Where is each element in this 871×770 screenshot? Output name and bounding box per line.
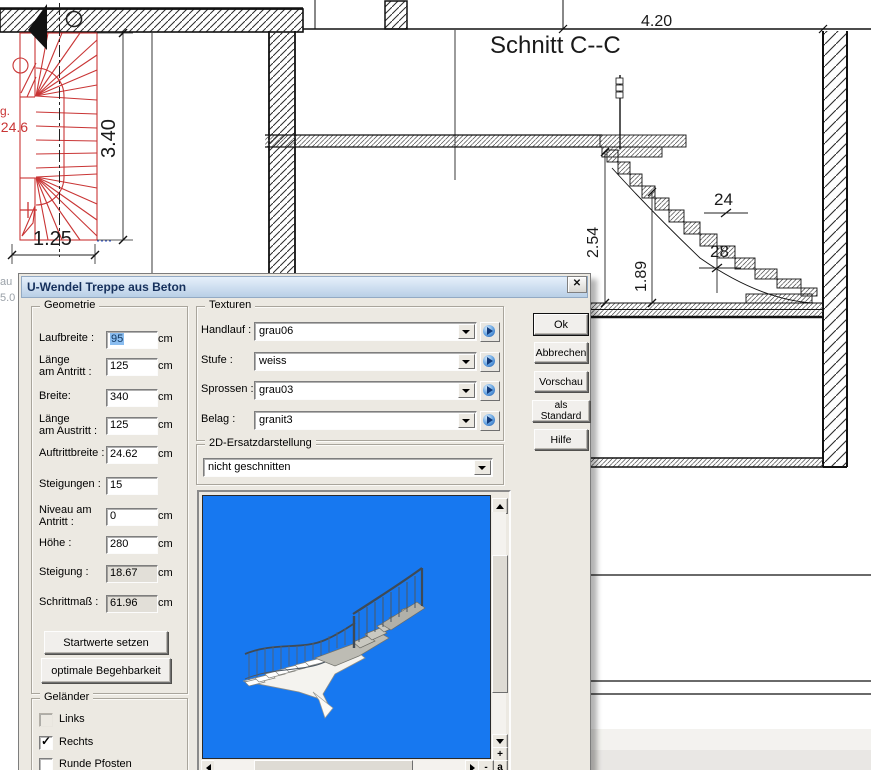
dropdown-arrow-icon[interactable] (474, 460, 491, 475)
group-geometrie-caption: Geometrie (40, 299, 99, 311)
zoom-auto-button[interactable]: a (492, 760, 508, 770)
preview-3d-view[interactable] (202, 495, 491, 759)
unit-label: cm (158, 448, 173, 460)
unit-label: cm (158, 391, 173, 403)
laenge-austritt-field[interactable]: 125 (106, 417, 158, 435)
stufe-combo[interactable]: weiss (254, 352, 477, 371)
dropdown-arrow-icon[interactable] (458, 324, 475, 339)
auftrittbreite-label: Auftrittbreite : (39, 447, 104, 459)
section-title: Schnitt C--C (490, 32, 621, 60)
unit-label: cm (158, 567, 173, 579)
unit-label: cm (158, 538, 173, 550)
unit-label: cm (158, 360, 173, 372)
auftrittbreite-field[interactable]: 24.62 (106, 446, 158, 464)
group-gelaender-caption: Geländer (40, 691, 93, 703)
scroll-down-icon (496, 739, 504, 744)
unit-label: cm (158, 419, 173, 431)
group-texturen-caption: Texturen (205, 299, 255, 311)
sprossen-label: Sprossen : (201, 383, 254, 395)
optimale-begehbarkeit-button[interactable]: optimale Begehbarkeit (41, 658, 171, 683)
unit-label: cm (158, 333, 173, 345)
red-label-fragment-1: g. (0, 104, 10, 118)
dim-24: 24 (714, 190, 733, 210)
unit-label: cm (158, 510, 173, 522)
belag-texture-browse-button[interactable] (480, 411, 500, 431)
laenge-antritt-field[interactable]: 125 (106, 358, 158, 376)
belag-combo[interactable]: granit3 (254, 411, 477, 430)
hilfe-button[interactable]: Hilfe (534, 429, 588, 450)
dim-3-40: 3.40 (98, 119, 121, 158)
dropdown-arrow-icon[interactable] (458, 354, 475, 369)
app-stage: Schnitt C--C 4.20 3.40 1.25 2.54 1.89 24… (0, 0, 871, 770)
laufbreite-label: Laufbreite : (39, 332, 94, 344)
stair-3d-render (203, 496, 490, 758)
runde-pfosten-label: Runde Pfosten (59, 758, 132, 770)
schrittmass-label: Schrittmaß : (39, 596, 98, 608)
breite-label: Breite: (39, 390, 71, 402)
steigung-field: 18.67 (106, 565, 158, 583)
runde-pfosten-checkbox[interactable] (39, 758, 53, 770)
steigung-label: Steigung : (39, 566, 89, 578)
niveau-label: Niveau am Antritt : (39, 504, 92, 528)
ok-button[interactable]: Ok (534, 314, 588, 335)
zoom-out-button[interactable]: - (478, 760, 494, 770)
laenge-austritt-label: Länge am Austritt : (39, 413, 97, 437)
dim-28: 28 (710, 242, 729, 262)
gray-label-fragment-1: au (0, 276, 12, 288)
als-standard-button[interactable]: als Standard (532, 400, 590, 422)
hoehe-field[interactable]: 280 (106, 536, 158, 554)
dim-2-54: 2.54 (585, 227, 603, 258)
dim-1-89: 1.89 (633, 261, 651, 292)
handlauf-combo[interactable]: grau06 (254, 322, 477, 341)
red-label-fragment-2: 724.6 (0, 119, 28, 135)
horizontal-scroll-thumb[interactable] (254, 760, 413, 770)
gray-label-fragment-2: 5.0 (0, 292, 15, 304)
scroll-left-icon (206, 764, 211, 770)
sprossen-texture-browse-button[interactable] (480, 381, 500, 401)
breite-field[interactable]: 340 (106, 389, 158, 407)
scroll-up-icon (496, 504, 504, 509)
dim-1-25: 1.25 (33, 228, 72, 251)
handlauf-texture-browse-button[interactable] (480, 322, 500, 342)
belag-label: Belag : (201, 413, 235, 425)
ersatzdarstellung-combo[interactable]: nicht geschnitten (203, 458, 493, 477)
sprossen-combo[interactable]: grau03 (254, 381, 477, 400)
links-label: Links (59, 713, 85, 725)
scroll-right-icon (470, 764, 475, 770)
dialog-titlebar[interactable]: U-Wendel Treppe aus Beton (21, 276, 588, 298)
laenge-antritt-label: Länge am Antritt : (39, 354, 92, 378)
steigungen-field[interactable]: 15 (106, 477, 158, 495)
stufe-texture-browse-button[interactable] (480, 352, 500, 372)
startwerte-setzen-button[interactable]: Startwerte setzen (44, 631, 168, 654)
schrittmass-field: 61.96 (106, 595, 158, 613)
rechts-checkbox[interactable] (39, 736, 53, 750)
abbrechen-button[interactable]: Abbrechen (534, 342, 588, 363)
vorschau-button[interactable]: Vorschau (534, 371, 588, 392)
vertical-scroll-thumb[interactable] (492, 555, 508, 693)
close-button[interactable]: ✕ (567, 276, 587, 293)
selected-value: 95 (110, 333, 124, 345)
hoehe-label: Höhe : (39, 537, 71, 549)
unit-label: cm (158, 597, 173, 609)
dim-4-20: 4.20 (641, 13, 672, 31)
links-checkbox[interactable] (39, 713, 53, 727)
stair-dialog: U-Wendel Treppe aus Beton ✕ Geometrie La… (18, 273, 591, 770)
handlauf-label: Handlauf : (201, 324, 251, 336)
group-2d-caption: 2D-Ersatzdarstellung (205, 437, 316, 449)
stufe-label: Stufe : (201, 354, 233, 366)
dialog-title: U-Wendel Treppe aus Beton (27, 280, 186, 294)
dropdown-arrow-icon[interactable] (458, 383, 475, 398)
steigungen-label: Steigungen : (39, 478, 101, 490)
dropdown-arrow-icon[interactable] (458, 413, 475, 428)
niveau-field[interactable]: 0 (106, 508, 158, 526)
rechts-label: Rechts (59, 736, 93, 748)
laufbreite-field[interactable]: 95 (106, 331, 158, 349)
preview-panel: + a - (197, 490, 511, 770)
